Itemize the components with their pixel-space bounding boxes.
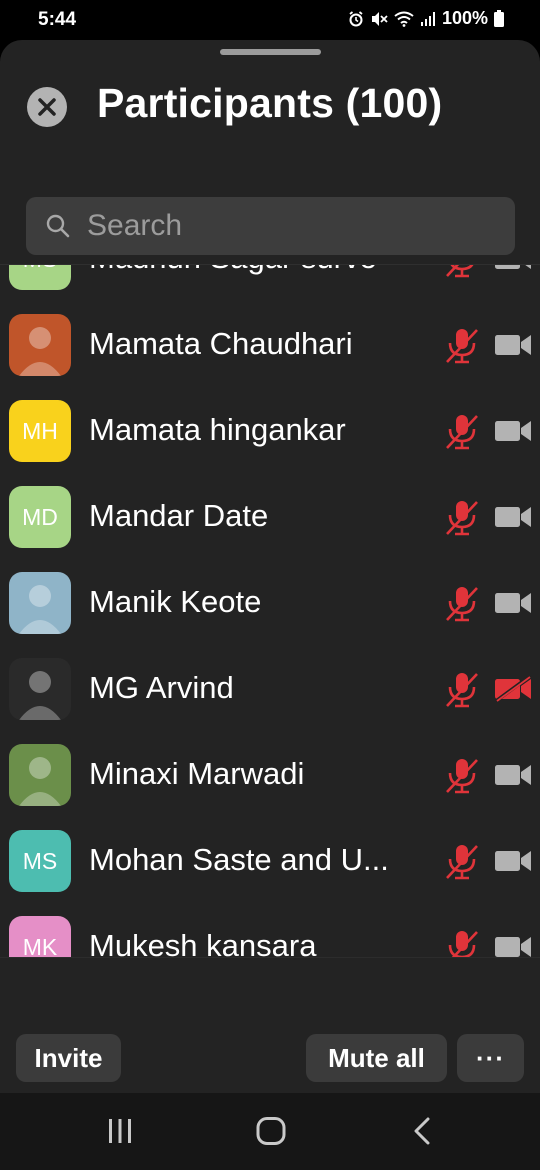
participant-name: Manik Keote bbox=[89, 584, 262, 619]
participant-name: Mamata Chaudhari bbox=[89, 326, 353, 361]
video-icon[interactable] bbox=[494, 848, 532, 874]
participant-name: MG Arvind bbox=[89, 670, 234, 705]
search-icon bbox=[46, 214, 70, 238]
participants-sheet: Participants (100) MS Madhuri Sagar surve… bbox=[0, 40, 540, 1093]
participant-name: Minaxi Marwadi bbox=[89, 756, 305, 791]
mic-muted-icon[interactable] bbox=[444, 585, 480, 623]
participant-name: Madhuri Sagar surve bbox=[89, 265, 419, 276]
search-input[interactable] bbox=[87, 209, 487, 243]
status-icons: 100% bbox=[348, 8, 504, 29]
video-off-icon[interactable] bbox=[494, 676, 532, 702]
sheet-grabber[interactable] bbox=[220, 49, 321, 55]
video-icon[interactable] bbox=[494, 332, 532, 358]
recent-apps-icon[interactable] bbox=[106, 1117, 134, 1145]
avatar: MS bbox=[9, 830, 71, 892]
participants-footer: Invite Mute all ··· bbox=[0, 957, 540, 1093]
avatar: MS bbox=[9, 265, 71, 290]
participant-list[interactable]: MSMadhuri Sagar surveMamata ChaudhariMHM… bbox=[0, 264, 540, 997]
avatar: MD bbox=[9, 486, 71, 548]
close-button[interactable] bbox=[27, 87, 67, 127]
mute-icon bbox=[371, 11, 388, 26]
participant-row[interactable]: Mamata Chaudhari bbox=[0, 302, 540, 388]
participant-row[interactable]: MD Mandar Date bbox=[0, 474, 540, 560]
battery-percent: 100% bbox=[441, 8, 488, 28]
wifi-icon bbox=[394, 11, 414, 27]
signal-icon bbox=[420, 11, 435, 26]
video-icon[interactable] bbox=[494, 418, 532, 444]
home-icon[interactable] bbox=[256, 1117, 286, 1145]
status-time: 5:44 bbox=[38, 9, 77, 30]
avatar bbox=[9, 314, 71, 376]
mic-muted-icon[interactable] bbox=[444, 413, 480, 451]
mic-muted-icon[interactable] bbox=[444, 327, 480, 365]
video-icon[interactable] bbox=[494, 264, 532, 272]
status-bar: 5:44 100% bbox=[0, 0, 540, 40]
battery-icon bbox=[494, 10, 504, 27]
participant-row[interactable]: Manik Keote bbox=[0, 560, 540, 646]
mic-muted-icon[interactable] bbox=[444, 264, 480, 279]
participant-row[interactable]: MH Mamata hingankar bbox=[0, 388, 540, 474]
video-icon[interactable] bbox=[494, 504, 532, 530]
avatar bbox=[9, 572, 71, 634]
avatar: MH bbox=[9, 400, 71, 462]
invite-button[interactable]: Invite bbox=[16, 1034, 121, 1082]
avatar bbox=[9, 658, 71, 720]
participant-row[interactable]: Minaxi Marwadi bbox=[0, 732, 540, 818]
alarm-icon bbox=[349, 10, 363, 26]
participant-row[interactable]: MG Arvind bbox=[0, 646, 540, 732]
avatar bbox=[9, 744, 71, 806]
video-icon[interactable] bbox=[494, 590, 532, 616]
mic-muted-icon[interactable] bbox=[444, 843, 480, 881]
participant-name: Mandar Date bbox=[89, 498, 269, 533]
avatar-photo bbox=[9, 572, 71, 634]
participant-row[interactable]: MS Madhuri Sagar surve bbox=[0, 264, 540, 302]
participant-name: Mohan Saste and U... bbox=[89, 842, 389, 877]
avatar-photo bbox=[9, 658, 71, 720]
participant-name: Mamata hingankar bbox=[89, 412, 346, 447]
close-icon bbox=[38, 98, 56, 116]
participant-list-inner: MSMadhuri Sagar surveMamata ChaudhariMHM… bbox=[0, 264, 540, 990]
mute-all-button[interactable]: Mute all bbox=[306, 1034, 447, 1082]
page-title: Participants (100) bbox=[97, 80, 443, 126]
video-icon[interactable] bbox=[494, 762, 532, 788]
avatar-photo bbox=[9, 314, 71, 376]
system-navbar bbox=[0, 1093, 540, 1170]
more-options-button[interactable]: ··· bbox=[457, 1034, 524, 1082]
participant-row[interactable]: MS Mohan Saste and U... bbox=[0, 818, 540, 904]
mic-muted-icon[interactable] bbox=[444, 499, 480, 537]
back-icon[interactable] bbox=[410, 1117, 434, 1145]
search-box[interactable] bbox=[26, 197, 515, 255]
avatar-photo bbox=[9, 744, 71, 806]
mic-muted-icon[interactable] bbox=[444, 757, 480, 795]
mic-muted-icon[interactable] bbox=[444, 671, 480, 709]
